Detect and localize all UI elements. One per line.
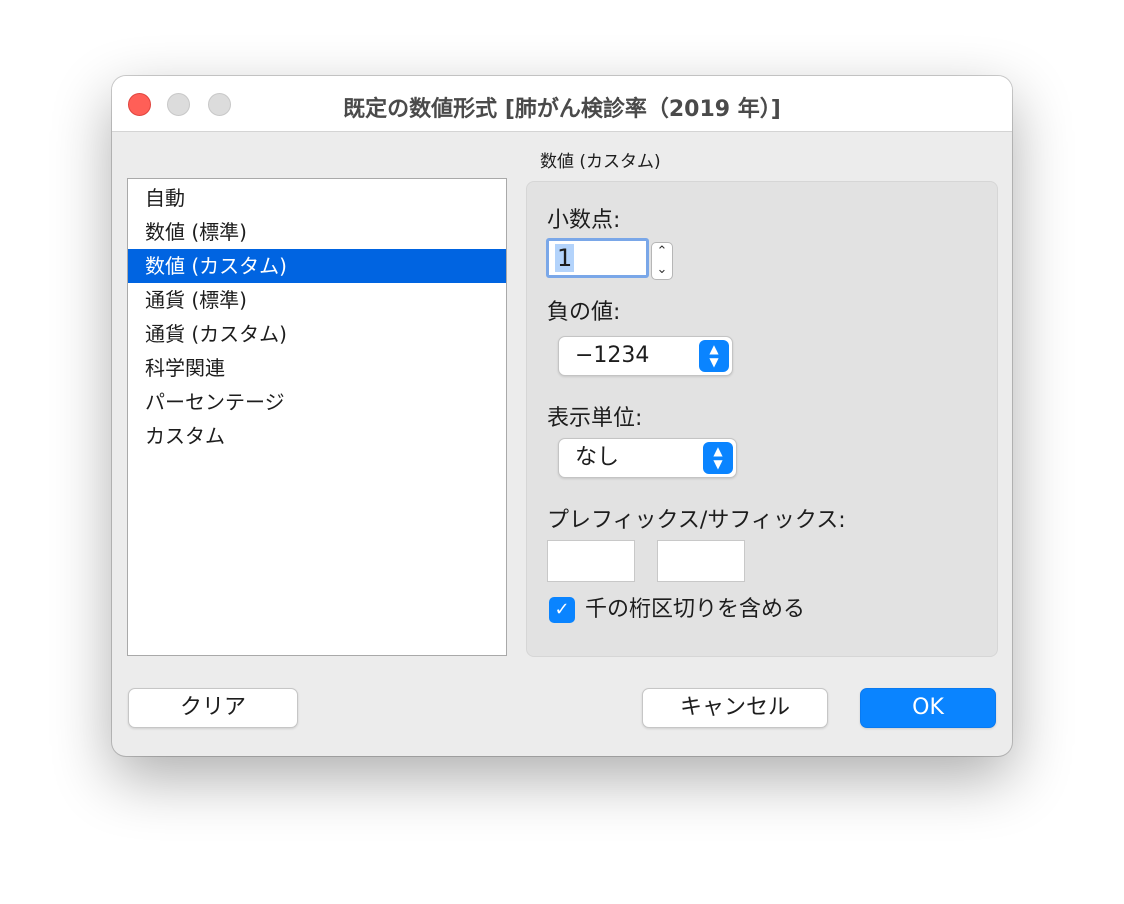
thousands-checkbox-label[interactable]: 千の桁区切りを含める [585, 597, 805, 623]
suffix-input[interactable] [657, 540, 745, 582]
stepper-down-icon[interactable]: ⌄ [652, 261, 672, 279]
thousands-checkbox[interactable]: ✓ [549, 597, 575, 623]
window-title: 既定の数値形式 [肺がん検診率（2019 年）] [343, 97, 781, 122]
list-item-percentage[interactable]: パーセンテージ [128, 385, 506, 419]
list-item-number-custom[interactable]: 数値 (カスタム) [128, 249, 506, 283]
checkmark-icon: ✓ [554, 599, 570, 620]
list-item-currency-standard[interactable]: 通貨 (標準) [128, 283, 506, 317]
ok-button[interactable]: OK [860, 688, 996, 728]
negative-select[interactable]: −1234 ▲ ▼ [558, 336, 733, 376]
stepper-up-icon[interactable]: ⌃ [652, 243, 672, 261]
list-item-custom[interactable]: カスタム [128, 419, 506, 453]
decimals-value: 1 [555, 244, 575, 272]
affix-label: プレフィックス/サフィックス: [547, 508, 846, 533]
list-item-auto[interactable]: 自動 [128, 181, 506, 215]
negative-select-value: −1234 [575, 343, 650, 368]
format-type-list[interactable]: 自動 数値 (標準) 数値 (カスタム) 通貨 (標準) 通貨 (カスタム) 科… [127, 178, 507, 656]
list-item-currency-custom[interactable]: 通貨 (カスタム) [128, 317, 506, 351]
decimals-input[interactable]: 1 [546, 238, 649, 278]
format-options-panel: 小数点: 1 ⌃ ⌄ 負の値: −1234 ▲ ▼ 表示単位: なし ▲ ▼ プレフ… [526, 181, 998, 657]
negative-label: 負の値: [547, 300, 621, 325]
units-select[interactable]: なし ▲ ▼ [558, 438, 737, 478]
up-down-chevron-icon: ▲ ▼ [703, 442, 733, 474]
title-bar: 既定の数値形式 [肺がん検診率（2019 年）] [112, 76, 1012, 132]
list-item-number-standard[interactable]: 数値 (標準) [128, 215, 506, 249]
decimals-stepper[interactable]: ⌃ ⌄ [651, 242, 673, 280]
up-down-chevron-icon: ▲ ▼ [699, 340, 729, 372]
units-label: 表示単位: [547, 406, 643, 431]
section-label: 数値 (カスタム) [540, 152, 661, 172]
units-select-value: なし [575, 445, 620, 470]
decimals-label: 小数点: [547, 208, 621, 233]
clear-button[interactable]: クリア [128, 688, 298, 728]
format-dialog: 既定の数値形式 [肺がん検診率（2019 年）] 自動 数値 (標準) 数値 (… [112, 76, 1012, 756]
cancel-button[interactable]: キャンセル [642, 688, 828, 728]
list-item-scientific[interactable]: 科学関連 [128, 351, 506, 385]
prefix-input[interactable] [547, 540, 635, 582]
